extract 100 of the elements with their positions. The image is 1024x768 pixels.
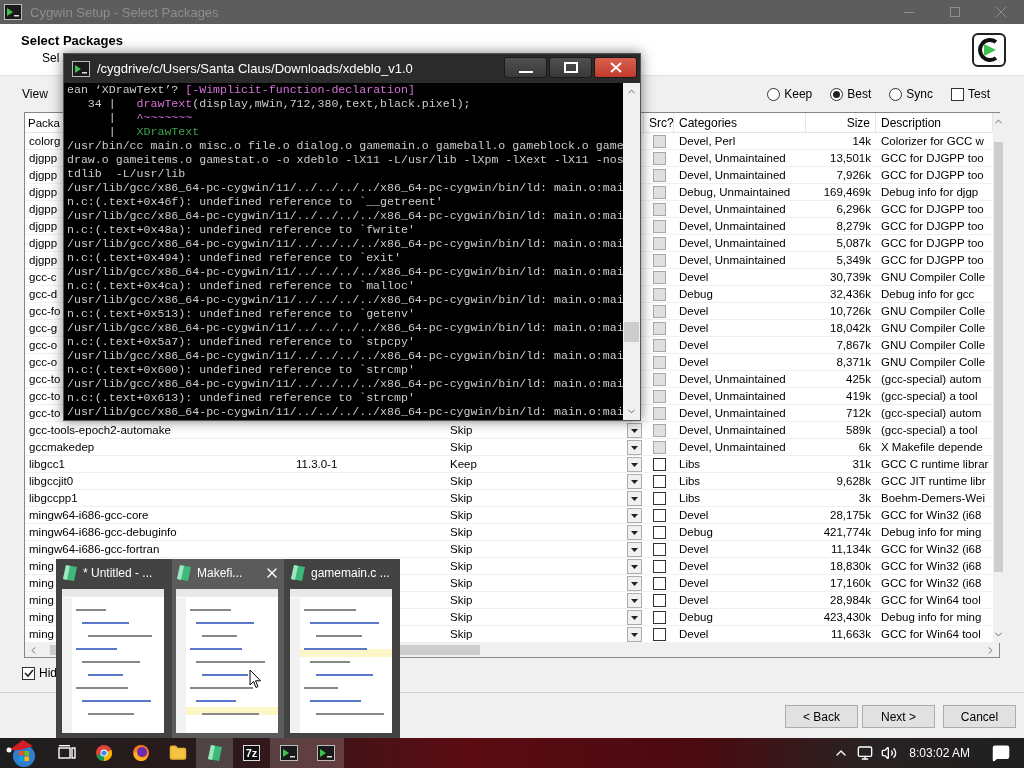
table-cell: GNU Compiler Colle	[881, 322, 986, 334]
source-checkbox[interactable]	[652, 491, 666, 505]
table-cell: Devel	[679, 305, 709, 317]
table-cell: 28,175k	[830, 509, 871, 521]
vertical-scrollbar[interactable]	[993, 113, 1005, 643]
table-cell: ming	[29, 560, 54, 572]
terminal-icon	[316, 745, 335, 761]
taskbar-button[interactable]	[196, 738, 233, 768]
terminal-line: n.c:(.text+0x513): undefined reference to `getenv'	[67, 307, 416, 321]
table-cell: 11,663k	[830, 628, 871, 640]
close-icon	[996, 7, 1006, 17]
table-cell: 31k	[852, 458, 871, 470]
table-cell: Devel, Unmaintained	[679, 441, 786, 453]
column-header[interactable]: Packa	[28, 116, 60, 129]
table-cell: gcc-o	[29, 339, 58, 351]
app-logo	[972, 33, 1006, 67]
table-cell: 423,430k	[823, 611, 871, 623]
table-cell: ming	[29, 594, 54, 606]
source-checkbox[interactable]	[652, 542, 666, 556]
table-cell: GCC for DJGPP too	[881, 203, 984, 215]
table-cell: GCC for Win64 tool	[881, 628, 981, 640]
action-dropdown[interactable]: Skip	[446, 490, 644, 506]
scrollbar-thumb[interactable]	[624, 322, 639, 342]
action-dropdown[interactable]: Skip	[446, 507, 644, 523]
table-cell: Devel	[679, 356, 709, 368]
volume-icon[interactable]	[881, 745, 898, 761]
maximize-button[interactable]	[549, 57, 592, 78]
checkbox[interactable]	[22, 666, 35, 680]
table-cell: GCC for DJGPP too	[881, 254, 984, 266]
radio-button[interactable]	[830, 87, 844, 101]
table-cell: 7,926k	[836, 169, 871, 181]
source-checkbox[interactable]	[652, 610, 666, 624]
table-cell: Debug, Unmaintained	[679, 186, 791, 198]
table-cell: 8,279k	[836, 220, 871, 232]
action-dropdown[interactable]: Skip	[446, 524, 644, 540]
source-checkbox[interactable]	[652, 593, 666, 607]
scrollbar-thumb[interactable]	[994, 142, 1004, 572]
window-preview[interactable]: gamemain.c ...	[286, 559, 398, 738]
dialog-button[interactable]: Cancel	[943, 705, 1016, 728]
column-header[interactable]: Description	[881, 115, 942, 130]
radio-label: Best	[847, 87, 872, 101]
taskbar-button[interactable]	[307, 738, 344, 768]
column-header[interactable]: Src?	[649, 115, 674, 130]
table-cell: gccmakedep	[29, 441, 95, 453]
action-dropdown[interactable]: Skip	[446, 575, 644, 591]
action-dropdown[interactable]: Skip	[446, 558, 644, 574]
terminal-icon	[72, 60, 90, 77]
checkbox[interactable]	[951, 87, 964, 101]
table-cell: GCC for Win32 (i68	[881, 560, 982, 572]
vertical-scrollbar[interactable]	[623, 83, 640, 420]
column-header[interactable]: Categories	[679, 115, 738, 130]
source-checkbox[interactable]	[652, 559, 666, 573]
window-preview[interactable]: Makefi...	[172, 559, 284, 738]
action-dropdown[interactable]: Skip	[446, 626, 644, 642]
taskbar-button[interactable]	[270, 738, 307, 768]
radio-button[interactable]	[889, 87, 903, 101]
source-checkbox[interactable]	[652, 508, 666, 522]
table-cell: mingw64-i686-gcc-core	[29, 509, 149, 521]
action-dropdown[interactable]: Keep	[446, 456, 644, 472]
dialog-button[interactable]: Next >	[862, 705, 935, 728]
source-checkbox[interactable]	[652, 576, 666, 590]
action-dropdown[interactable]: Skip	[446, 609, 644, 625]
action-dropdown[interactable]: Skip	[446, 473, 644, 489]
taskbar-button[interactable]: 7z	[233, 738, 270, 768]
notification-icon[interactable]	[992, 744, 1010, 762]
maximize-icon	[950, 7, 960, 17]
table-cell: 589k	[846, 424, 871, 436]
browser-icon	[94, 744, 113, 762]
action-dropdown[interactable]: Skip	[446, 541, 644, 557]
table-cell: libgccjit0	[29, 475, 74, 487]
window-preview[interactable]: * Untitled - ...	[58, 559, 170, 738]
table-cell: 5,087k	[836, 237, 871, 249]
action-dropdown[interactable]: Skip	[446, 592, 644, 608]
table-cell: 3k	[858, 492, 871, 504]
network-icon[interactable]	[857, 745, 874, 761]
source-checkbox[interactable]	[652, 457, 666, 471]
table-cell: 6,296k	[836, 203, 871, 215]
task-view-icon	[57, 745, 76, 761]
table-cell: colorg	[29, 135, 61, 147]
table-cell: (gcc-special) a tool	[881, 390, 978, 402]
preview-title: gamemain.c ...	[311, 566, 390, 580]
clock[interactable]: 8:03:02 AM	[909, 746, 970, 760]
table-cell: Devel, Unmaintained	[679, 424, 786, 436]
dialog-button[interactable]: < Back	[785, 705, 858, 728]
notepad-icon	[176, 564, 192, 582]
source-checkbox[interactable]	[652, 474, 666, 488]
table-cell: Devel, Unmaintained	[679, 407, 786, 419]
table-cell: Debug info for ming	[881, 611, 982, 623]
table-cell: Devel	[679, 543, 709, 555]
close-button[interactable]	[594, 57, 637, 78]
table-cell: ming	[29, 611, 54, 623]
minimize-button[interactable]	[504, 57, 547, 78]
source-checkbox[interactable]	[652, 627, 666, 641]
source-checkbox[interactable]	[652, 525, 666, 539]
table-cell: Devel	[679, 509, 709, 521]
table-cell: Devel, Unmaintained	[679, 152, 786, 164]
column-header[interactable]: Size	[846, 115, 870, 130]
radio-button[interactable]	[767, 87, 781, 101]
notepad-icon	[206, 744, 223, 762]
checkbox-label: Hid	[39, 666, 57, 680]
